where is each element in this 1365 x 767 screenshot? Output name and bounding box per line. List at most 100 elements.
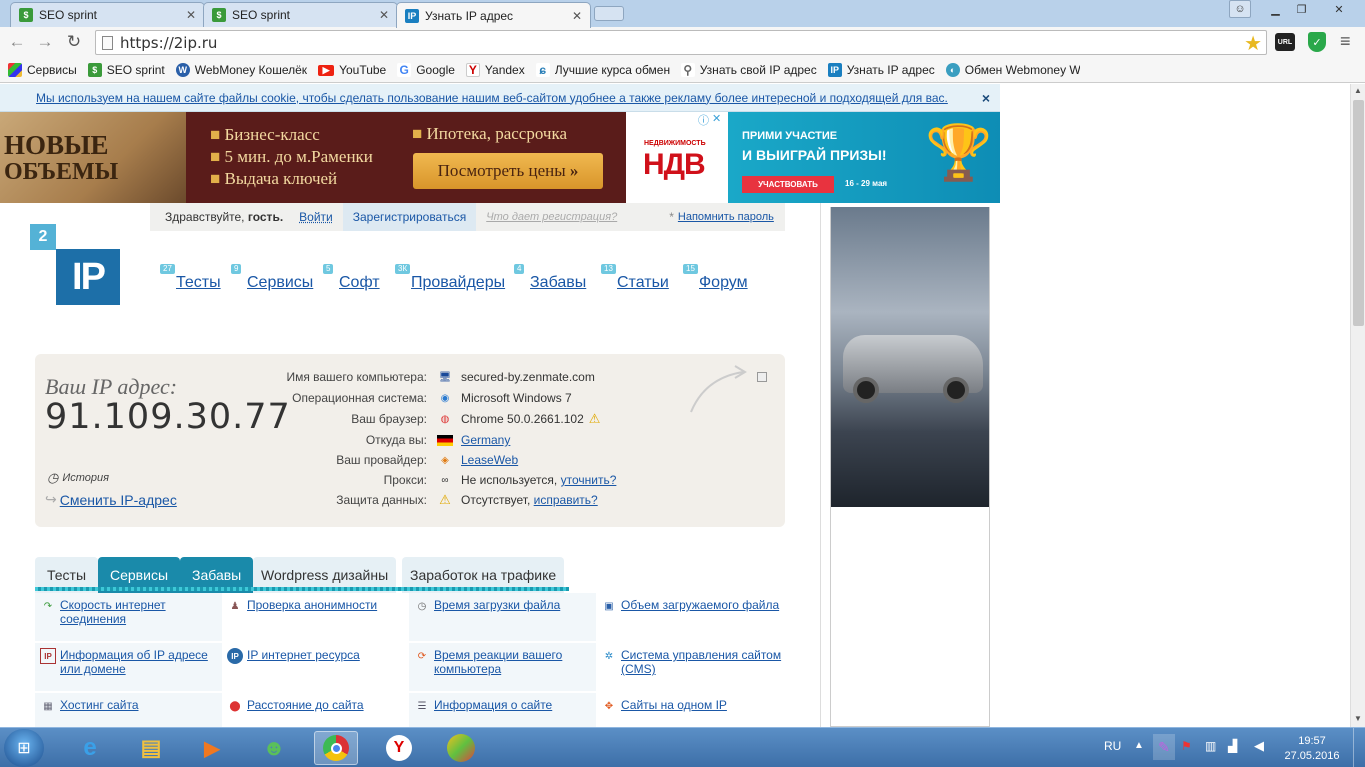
clock[interactable]: 19:57 27.05.2016 bbox=[1282, 734, 1342, 764]
user-icon[interactable]: ☺ bbox=[1229, 0, 1251, 18]
folder-icon[interactable]: ▤ bbox=[129, 731, 173, 765]
tab-close-icon[interactable]: ✕ bbox=[186, 8, 196, 22]
window-close-button[interactable]: ✕ bbox=[1322, 0, 1356, 18]
tab-close-icon[interactable]: ✕ bbox=[572, 9, 582, 23]
nav-articles[interactable]: 13 Статьи bbox=[601, 264, 669, 292]
media-player-icon[interactable]: ▶ bbox=[190, 731, 234, 765]
bookmark-item[interactable]: ⚲ Узнать свой IP адрес bbox=[680, 63, 817, 77]
bookmark-item[interactable]: Y Yandex bbox=[465, 63, 525, 77]
address-bar[interactable]: https://2ip.ru ★ bbox=[95, 30, 1267, 55]
service-item[interactable]: ▦ Хостинг сайта bbox=[35, 693, 222, 727]
service-item[interactable]: ↷ Скорость интернет соединения bbox=[35, 593, 222, 641]
remind-password-link[interactable]: Напомнить пароль bbox=[678, 211, 774, 223]
tab-close-icon[interactable]: ✕ bbox=[379, 8, 389, 22]
car-ad-image[interactable] bbox=[831, 207, 989, 507]
participate-button[interactable]: УЧАСТВОВАТЬ bbox=[742, 176, 834, 193]
url-extension-icon[interactable]: URL bbox=[1275, 33, 1295, 51]
bookmark-item[interactable]: ◐ Обмен Webmoney W bbox=[945, 63, 1080, 77]
ip-info-icon: IP bbox=[40, 648, 56, 664]
service-item[interactable]: ✥ Сайты на одном IP bbox=[596, 693, 783, 727]
service-item[interactable]: ✲ Система управления сайтом (CMS) bbox=[596, 643, 783, 691]
internet-explorer-icon[interactable]: e bbox=[68, 731, 112, 765]
see-prices-button[interactable]: Посмотреть цены » bbox=[413, 153, 603, 189]
windows-taskbar: ⊞ e ▤ ▶ ☻ Y RU ▲ ✎ ⚑ ▥ ▟ ◀ 19:57 27.05.2… bbox=[0, 727, 1365, 767]
service-item[interactable]: ☰ Информация о сайте bbox=[409, 693, 596, 727]
tray-expand-icon[interactable]: ▲ bbox=[1134, 740, 1144, 751]
tab-underline bbox=[35, 587, 569, 591]
2ip-icon: IP bbox=[405, 8, 419, 23]
adchoices-icon[interactable]: ⓘ ✕ bbox=[698, 112, 728, 127]
curved-arrow-icon bbox=[690, 365, 747, 413]
browser-tab[interactable]: $ SEO sprint ✕ bbox=[203, 2, 398, 27]
network-icon[interactable]: ▟ bbox=[1228, 739, 1237, 753]
bookmark-star-icon[interactable]: ★ bbox=[1244, 31, 1262, 56]
register-link[interactable]: Зарегистрироваться bbox=[342, 203, 477, 231]
banner-bullet-right: ■ Ипотека, рассрочка bbox=[412, 124, 567, 143]
service-item[interactable]: ◷ Время загрузки файла bbox=[409, 593, 596, 641]
nav-services[interactable]: 9 Сервисы bbox=[231, 264, 313, 292]
people-icon[interactable]: ☻ bbox=[252, 731, 296, 765]
why-register-link[interactable]: Что дает регистрация? bbox=[486, 211, 617, 223]
close-icon[interactable]: × bbox=[982, 90, 990, 106]
seosprint-icon: $ bbox=[19, 8, 33, 22]
bookmark-item[interactable]: IP Узнать IP адрес bbox=[827, 63, 935, 77]
tray-device-icon[interactable]: ▥ bbox=[1205, 739, 1216, 753]
2ip-icon: IP bbox=[827, 63, 842, 77]
nav-providers[interactable]: 3К Провайдеры bbox=[395, 264, 505, 292]
service-item[interactable]: ▣ Объем загружаемого файла bbox=[596, 593, 783, 641]
nav-forum[interactable]: 15 Форум bbox=[683, 264, 748, 292]
nav-fun[interactable]: 4 Забавы bbox=[514, 264, 586, 292]
service-item[interactable]: ⬤ Расстояние до сайта bbox=[222, 693, 409, 727]
scrollbar-thumb[interactable] bbox=[1353, 100, 1364, 326]
shield-extension-icon[interactable]: ✓ bbox=[1308, 32, 1326, 52]
app-icon[interactable] bbox=[439, 731, 483, 765]
chrome-icon: ◍ bbox=[440, 413, 450, 425]
site-info-icon: ☰ bbox=[417, 700, 427, 712]
bookmark-item[interactable]: $ SEO sprint bbox=[87, 63, 165, 77]
service-item[interactable]: IP Информация об IP адресе или домене bbox=[35, 643, 222, 691]
start-button[interactable]: ⊞ bbox=[4, 729, 44, 767]
tray-pen-icon[interactable]: ✎ bbox=[1153, 734, 1175, 760]
glasses-icon: ∞ bbox=[441, 474, 449, 486]
service-item[interactable]: IP IP интернет ресурса bbox=[222, 643, 409, 691]
collapse-icon[interactable] bbox=[757, 372, 767, 382]
service-item[interactable]: ♟ Проверка анонимности bbox=[222, 593, 409, 641]
ad-banner[interactable]: НОВЫЕ ОБЪЕМЫ ■ Бизнес-класс ■ 5 мин. до … bbox=[0, 112, 1000, 203]
show-desktop-button[interactable] bbox=[1353, 728, 1365, 767]
bookmark-item[interactable]: G Google bbox=[397, 63, 455, 77]
scroll-up-icon[interactable]: ▲ bbox=[1354, 86, 1362, 95]
windows-icon: ◉ bbox=[440, 392, 450, 404]
login-link[interactable]: Войти bbox=[299, 210, 333, 224]
language-indicator[interactable]: RU bbox=[1104, 739, 1121, 753]
new-tab-button[interactable] bbox=[594, 6, 624, 21]
bookmark-item[interactable]: Сервисы bbox=[8, 63, 77, 77]
bookmark-item[interactable]: W WebMoney Кошелёк bbox=[175, 63, 307, 77]
volume-icon[interactable]: ◀ bbox=[1254, 738, 1264, 754]
browser-tab-active[interactable]: IP Узнать IP адрес ✕ bbox=[396, 2, 591, 28]
youtube-icon: ▶ bbox=[318, 64, 335, 76]
nav-soft[interactable]: 5 Софт bbox=[323, 264, 380, 292]
service-item[interactable]: ⟳ Время реакции вашего компьютера bbox=[409, 643, 596, 691]
forward-icon[interactable]: → bbox=[33, 31, 57, 53]
minimize-button[interactable]: ▁ bbox=[1263, 0, 1288, 18]
page-icon bbox=[102, 36, 113, 50]
back-icon[interactable]: ← bbox=[5, 31, 29, 53]
sidebar-divider bbox=[820, 203, 821, 727]
menu-icon[interactable]: ≡ bbox=[1340, 31, 1351, 52]
browser-tab[interactable]: $ SEO sprint ✕ bbox=[10, 2, 205, 27]
info-row: Ваш провайдер: ◈ LeaseWeb bbox=[336, 453, 519, 467]
page-scrollbar[interactable]: ▲ ▼ bbox=[1350, 84, 1365, 727]
scroll-down-icon[interactable]: ▼ bbox=[1354, 714, 1362, 723]
nav-tests[interactable]: 27 Тесты bbox=[160, 264, 221, 292]
chrome-taskbar-icon[interactable] bbox=[314, 731, 358, 765]
reload-icon[interactable]: ↻ bbox=[62, 31, 86, 53]
site-logo[interactable]: IP bbox=[56, 249, 120, 305]
maximize-button[interactable]: ❐ bbox=[1289, 0, 1314, 18]
bookmark-item[interactable]: ▶ YouTube bbox=[318, 63, 386, 77]
tray-flag-icon[interactable]: ⚑ bbox=[1181, 739, 1192, 753]
services-grid: ↷ Скорость интернет соединения ♟ Проверка … bbox=[35, 593, 785, 727]
bookmark-item[interactable]: ɕ Лучшие курса обмен bbox=[535, 63, 670, 77]
banner-bullets: ■ Бизнес-класс ■ 5 мин. до м.Раменки ■ В… bbox=[210, 125, 373, 188]
cookie-notice-link[interactable]: Мы используем на нашем сайте файлы cooki… bbox=[36, 91, 948, 105]
yandex-browser-icon[interactable]: Y bbox=[377, 731, 421, 765]
